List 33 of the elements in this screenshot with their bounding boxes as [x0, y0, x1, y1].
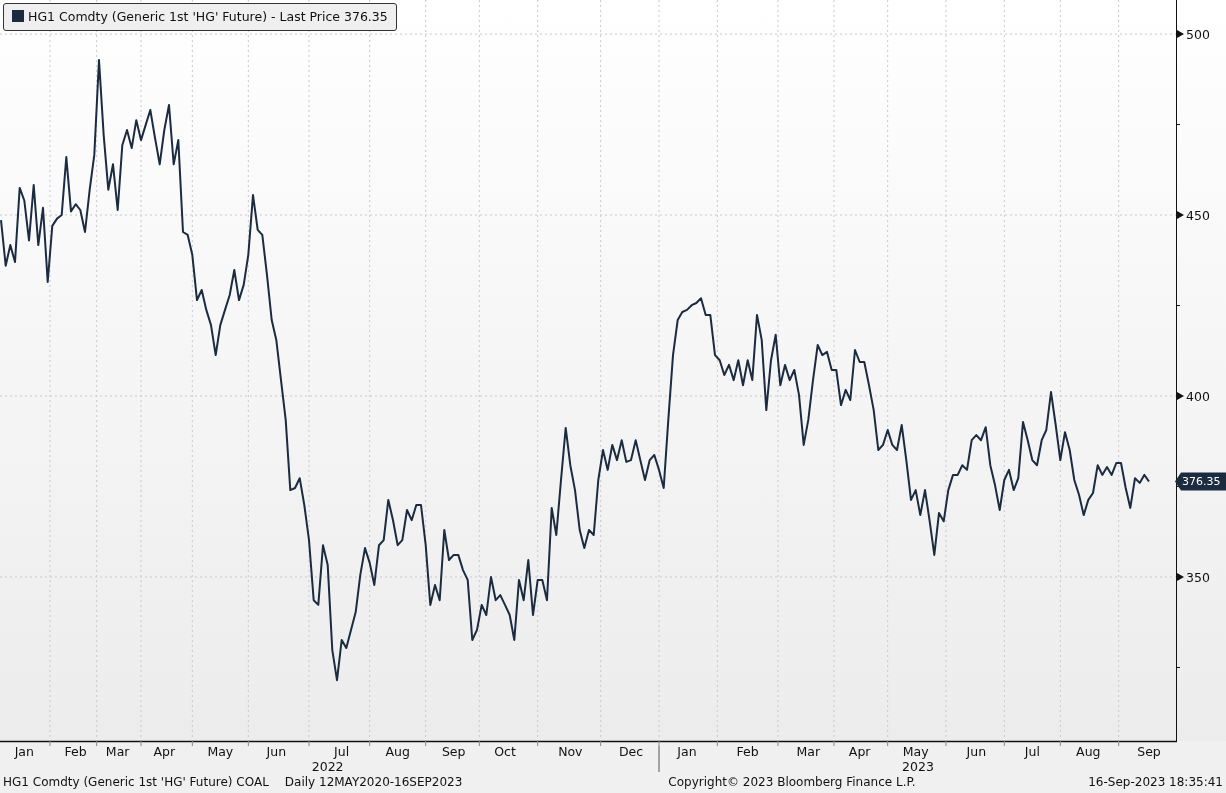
axis-label: Jun — [966, 744, 987, 759]
year-label: 2023 — [902, 759, 934, 772]
axis-label: Jan — [14, 744, 34, 759]
axis-label: Jan — [677, 744, 697, 759]
axis-label: May — [902, 744, 929, 759]
period-label: Daily 12MAY2020-16SEP2023 — [284, 774, 463, 791]
axis-label: Feb — [736, 744, 759, 759]
axis-label: 350 — [1186, 569, 1210, 585]
security-label: HG1 Comdty (Generic 1st 'HG' Future) COAL — [3, 774, 269, 791]
axis-label: Sep — [441, 744, 466, 759]
year-label: 2022 — [311, 759, 344, 772]
axis-label: Nov — [558, 744, 583, 759]
axis-label: Dec — [618, 744, 644, 759]
axis-label: May — [207, 744, 234, 759]
axis-label: 450 — [1186, 207, 1210, 223]
axis-label: Jul — [334, 744, 350, 759]
axis-label: Apr — [153, 744, 176, 759]
axis-label: Sep — [1137, 744, 1161, 759]
axis-label: Jun — [266, 744, 287, 759]
axis-label: Feb — [64, 744, 87, 759]
axis-label: Apr — [848, 744, 871, 759]
timestamp: 16-Sep-2023 18:35:41 — [1088, 774, 1223, 791]
copyright-text: Copyright© 2023 Bloomberg Finance L.P. — [668, 774, 916, 791]
axis-label: 500 — [1186, 26, 1210, 42]
axis-label: Oct — [494, 744, 516, 759]
axis-label: Mar — [796, 744, 821, 759]
axis-label: 400 — [1186, 388, 1210, 404]
legend-text: HG1 Comdty (Generic 1st 'HG' Future) - Last Price 376.35 — [28, 9, 388, 24]
axis-label: Aug — [1076, 744, 1101, 759]
last-price-tag: 376.35 — [1175, 472, 1226, 491]
axis-label: Jul — [1024, 744, 1040, 759]
axis-label: Aug — [385, 744, 410, 759]
axis-label: Mar — [105, 744, 130, 759]
